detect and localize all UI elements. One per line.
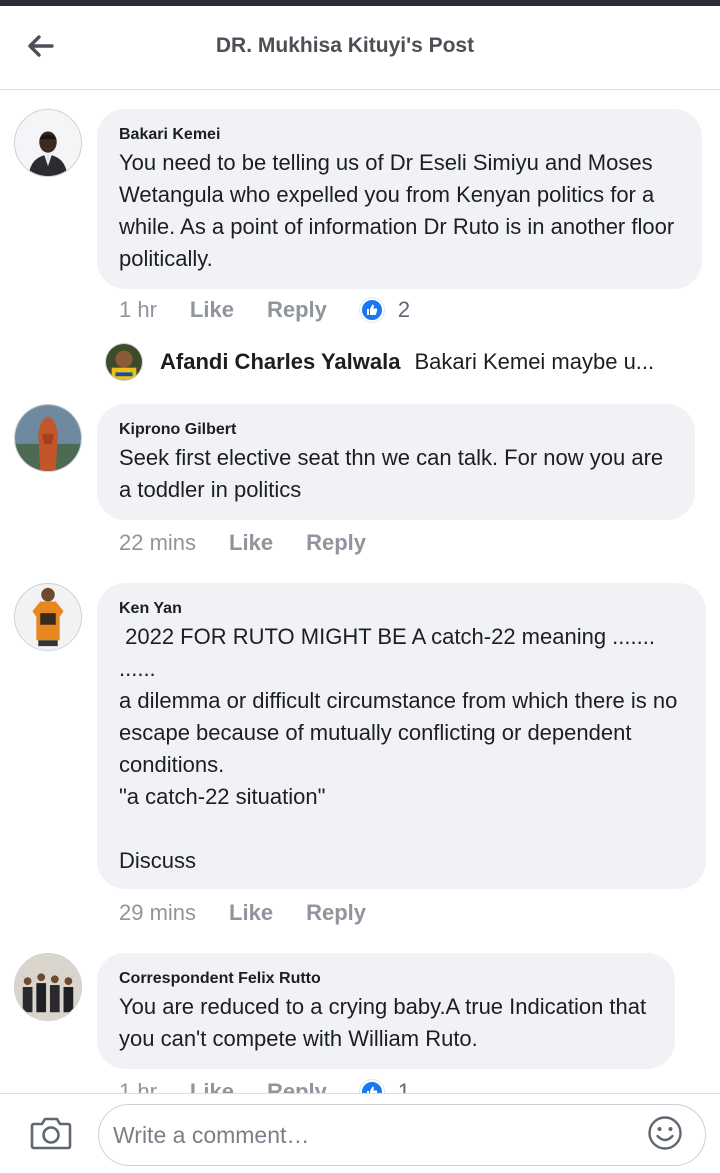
comment-actions: 22 mins Like Reply — [119, 530, 399, 556]
reply-button[interactable]: Reply — [306, 530, 366, 556]
comment-time[interactable]: 29 mins — [119, 900, 196, 926]
comment-actions: 1 hr Like Reply 2 — [119, 297, 410, 323]
avatar[interactable] — [14, 583, 82, 651]
comment-author[interactable]: Ken Yan — [119, 599, 684, 619]
reaction-count: 2 — [397, 297, 411, 322]
profile-photo-icon — [15, 405, 81, 471]
like-button[interactable]: Like — [190, 297, 234, 323]
camera-button[interactable] — [30, 1114, 72, 1152]
comment-bubble: Bakari Kemei You need to be telling us o… — [97, 109, 702, 289]
reaction-summary[interactable]: 1 — [359, 1079, 411, 1093]
reply-button[interactable]: Reply — [306, 900, 366, 926]
reaction-summary[interactable]: 2 — [359, 297, 411, 323]
like-button[interactable]: Like — [190, 1079, 234, 1093]
profile-photo-icon — [106, 344, 142, 380]
comment-bubble: Kiprono Gilbert Seek first elective seat… — [97, 404, 695, 520]
avatar[interactable] — [14, 953, 82, 1021]
comment-author[interactable]: Correspondent Felix Rutto — [119, 969, 653, 989]
like-button[interactable]: Like — [229, 530, 273, 556]
comment-bubble: Correspondent Felix Rutto You are reduce… — [97, 953, 675, 1069]
thumbs-up-icon — [359, 1080, 384, 1093]
page-title: DR. Mukhisa Kituyi's Post — [215, 34, 475, 57]
profile-photo-icon — [15, 584, 81, 650]
comment-time[interactable]: 1 hr — [119, 1079, 157, 1093]
comment-text: You need to be telling us of Dr Eseli Si… — [119, 150, 681, 271]
smiley-icon — [648, 1116, 682, 1150]
comment-input[interactable] — [98, 1104, 706, 1166]
comment-author[interactable]: Bakari Kemei — [119, 125, 680, 145]
reaction-count: 1 — [397, 1079, 411, 1093]
comment-text: 2022 FOR RUTO MIGHT BE A catch-22 meanin… — [119, 624, 678, 873]
comment-composer — [0, 1093, 720, 1173]
reply-preview[interactable]: Afandi Charles Yalwala Bakari Kemei mayb… — [105, 343, 705, 381]
comment-time[interactable]: 1 hr — [119, 297, 157, 323]
comment-bubble: Ken Yan 2022 FOR RUTO MIGHT BE A catch-2… — [97, 583, 706, 889]
avatar[interactable] — [14, 404, 82, 472]
comment-author[interactable]: Kiprono Gilbert — [119, 420, 673, 440]
avatar[interactable] — [105, 343, 143, 381]
profile-photo-icon — [15, 110, 81, 176]
comment-text: You are reduced to a crying baby.A true … — [119, 994, 653, 1051]
reply-snippet: Bakari Kemei maybe u... — [414, 349, 655, 374]
emoji-button[interactable] — [646, 1114, 684, 1152]
post-header: DR. Mukhisa Kituyi's Post — [0, 6, 720, 90]
reply-button[interactable]: Reply — [267, 297, 327, 323]
comment-time[interactable]: 22 mins — [119, 530, 196, 556]
reply-author[interactable]: Afandi Charles Yalwala — [160, 349, 400, 375]
thumbs-up-icon — [359, 298, 384, 322]
comment-text: Seek first elective seat thn we can talk… — [119, 445, 670, 502]
reply-button[interactable]: Reply — [267, 1079, 327, 1093]
camera-icon — [30, 1117, 72, 1150]
profile-photo-icon — [15, 954, 81, 1020]
avatar[interactable] — [14, 109, 82, 177]
comment-list[interactable]: Bakari Kemei You need to be telling us o… — [0, 91, 720, 1093]
comment-actions: 1 hr Like Reply 1 — [119, 1079, 410, 1093]
comment-actions: 29 mins Like Reply — [119, 900, 399, 926]
like-button[interactable]: Like — [229, 900, 273, 926]
